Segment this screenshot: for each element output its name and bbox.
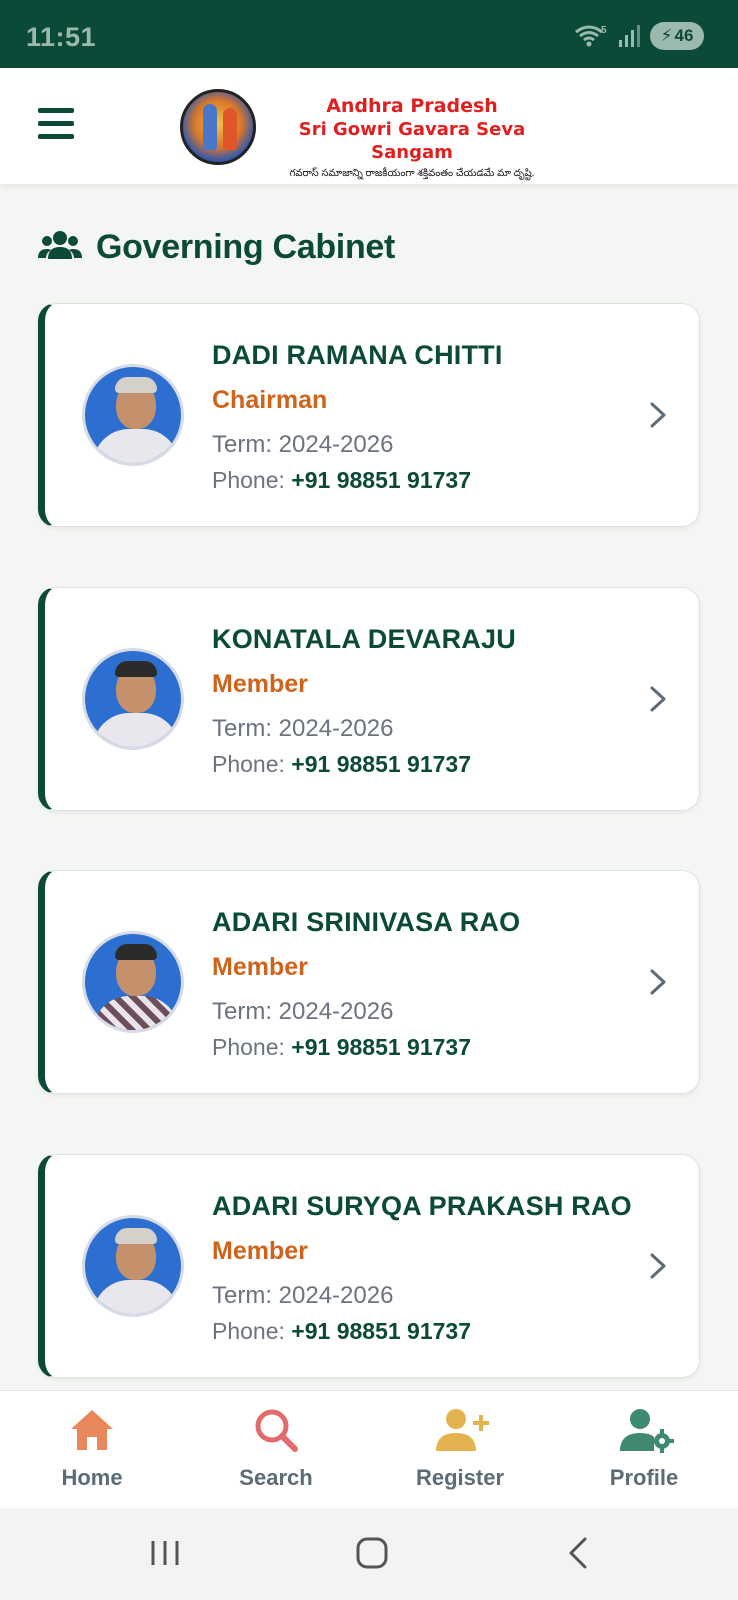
status-bar: 11:51 5 ⚡ 46: [0, 0, 738, 68]
nav-profile[interactable]: Profile: [552, 1391, 736, 1509]
home-icon: [71, 1410, 113, 1450]
member-name: ADARI SURYQA PRAKASH RAO: [212, 1191, 632, 1221]
logo-tagline: గవరాస్ సమాజాన్ని రాజకీయంగా శక్తివంతం చేయ…: [289, 168, 535, 179]
logo-title-line1: Andhra Pradesh: [326, 95, 498, 117]
bottom-navigation: Home Search Register Profile: [0, 1390, 738, 1508]
section-heading: Governing Cabinet: [38, 225, 395, 269]
page-title: Governing Cabinet: [96, 227, 396, 266]
member-name: ADARI SRINIVASA RAO: [212, 907, 521, 937]
logo-text: Andhra Pradesh Sri Gowri Gavara Seva San…: [262, 95, 562, 182]
member-role: Member: [212, 670, 308, 698]
status-time: 11:51: [26, 22, 97, 52]
member-term: Term: 2024-2026: [212, 1282, 394, 1309]
phone-number[interactable]: +91 98851 91737: [291, 751, 471, 777]
member-card[interactable]: ADARI SURYQA PRAKASH RAO Member Term: 20…: [38, 1154, 700, 1378]
battery-indicator: ⚡ 46: [650, 22, 704, 50]
recent-apps-icon[interactable]: [148, 1538, 182, 1568]
status-icons: 5 ⚡ 46: [574, 22, 704, 50]
member-role: Chairman: [212, 386, 328, 414]
member-phone: Phone: +91 98851 91737: [212, 1034, 472, 1060]
phone-number[interactable]: +91 98851 91737: [291, 1318, 471, 1344]
chevron-right-icon[interactable]: [645, 400, 671, 430]
system-navigation-bar: [0, 1508, 738, 1600]
phone-number[interactable]: +91 98851 91737: [291, 1034, 471, 1060]
member-term: Term: 2024-2026: [212, 431, 394, 458]
signal-icon: [619, 25, 640, 47]
avatar: [82, 364, 184, 466]
nav-register-label: Register: [415, 1465, 505, 1490]
logo-emblem: [180, 89, 256, 165]
logo-title-line2: Sri Gowri Gavara Seva Sangam: [298, 119, 526, 163]
home-button-icon[interactable]: [355, 1536, 389, 1570]
phone-number[interactable]: +91 98851 91737: [291, 467, 471, 493]
nav-search[interactable]: Search: [184, 1391, 368, 1509]
member-role: Member: [212, 1237, 308, 1265]
app-header: Andhra Pradesh Sri Gowri Gavara Seva San…: [0, 68, 738, 184]
avatar: [82, 931, 184, 1033]
users-icon: [38, 231, 82, 259]
search-icon: [255, 1409, 298, 1452]
user-settings-icon: [620, 1409, 674, 1453]
member-card[interactable]: DADI RAMANA CHITTI Chairman Term: 2024-2…: [38, 303, 700, 527]
nav-register[interactable]: Register: [368, 1391, 552, 1509]
wifi-badge: 5: [601, 25, 607, 36]
chevron-right-icon[interactable]: [645, 684, 671, 714]
member-term: Term: 2024-2026: [212, 715, 394, 742]
avatar: [82, 1215, 184, 1317]
member-term: Term: 2024-2026: [212, 998, 394, 1025]
chevron-right-icon[interactable]: [645, 1251, 671, 1281]
back-icon[interactable]: [565, 1536, 591, 1570]
nav-profile-label: Profile: [609, 1465, 679, 1490]
member-name: DADI RAMANA CHITTI: [212, 340, 503, 370]
member-phone: Phone: +91 98851 91737: [212, 1318, 472, 1344]
member-role: Member: [212, 953, 308, 981]
member-phone: Phone: +91 98851 91737: [212, 751, 472, 777]
nav-home-label: Home: [61, 1465, 123, 1490]
nav-home[interactable]: Home: [0, 1391, 184, 1509]
menu-icon[interactable]: [38, 108, 74, 140]
nav-search-label: Search: [239, 1465, 313, 1490]
battery-level: 46: [674, 26, 694, 45]
member-card[interactable]: ADARI SRINIVASA RAO Member Term: 2024-20…: [38, 870, 700, 1094]
member-card[interactable]: KONATALA DEVARAJU Member Term: 2024-2026…: [38, 587, 700, 811]
avatar: [82, 648, 184, 750]
charging-icon: ⚡: [660, 26, 673, 45]
add-user-icon: [436, 1409, 489, 1451]
member-name: KONATALA DEVARAJU: [212, 624, 516, 654]
wifi-icon: 5: [575, 25, 607, 47]
chevron-right-icon[interactable]: [645, 967, 671, 997]
member-phone: Phone: +91 98851 91737: [212, 467, 472, 493]
